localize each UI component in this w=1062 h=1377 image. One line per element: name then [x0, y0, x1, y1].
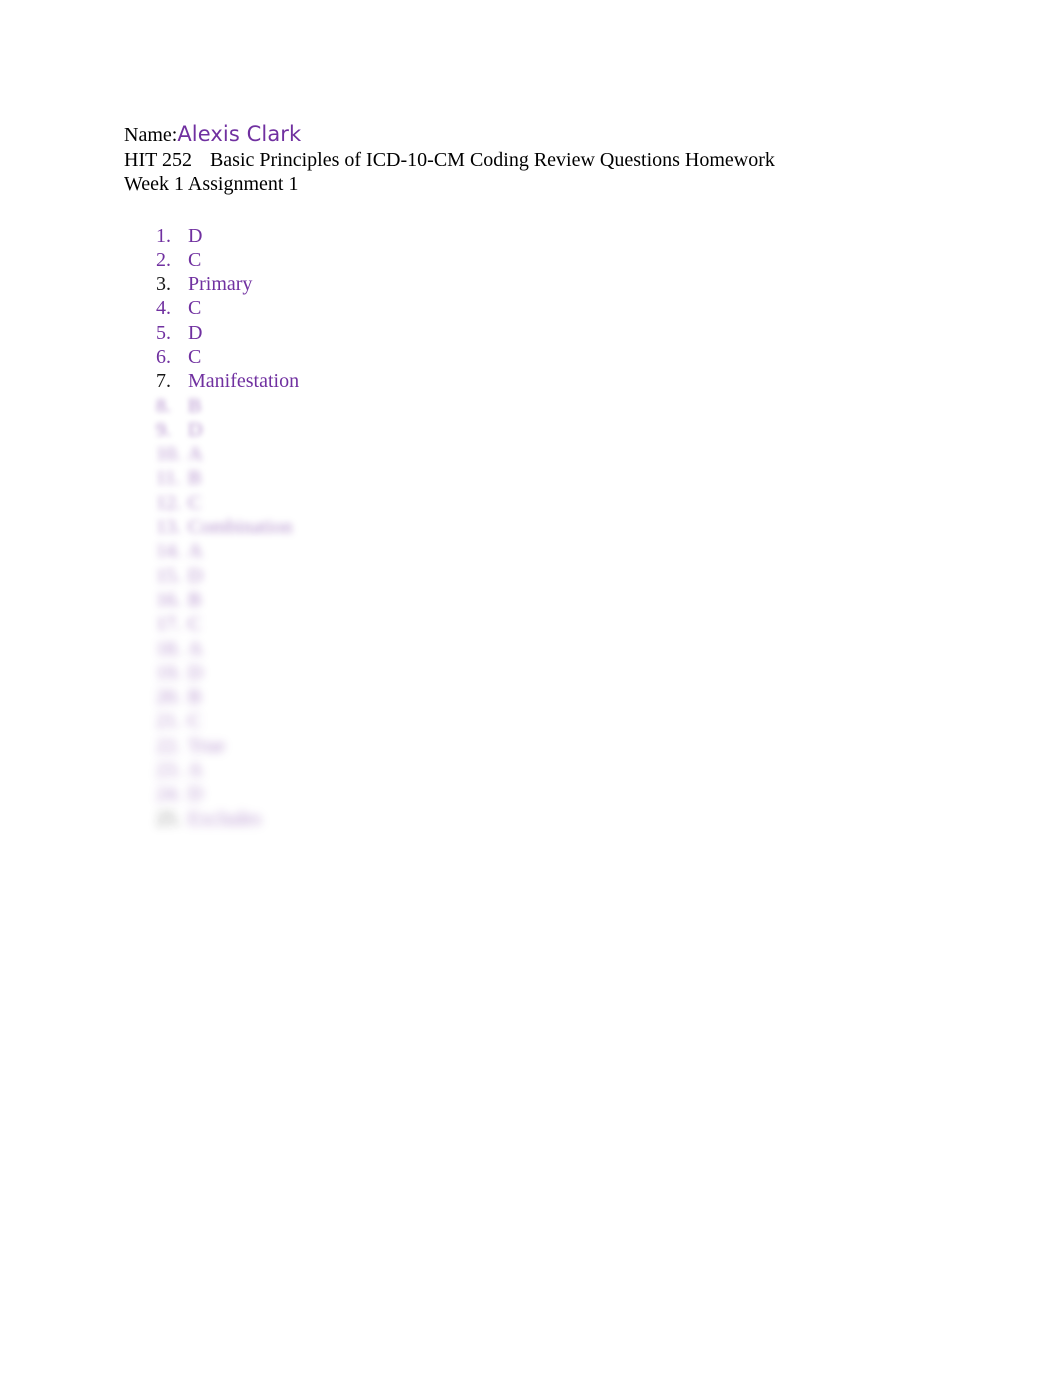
list-item-obscured: 22. True — [124, 734, 944, 758]
list-item: 2. C — [124, 248, 944, 272]
list-item: 1. D — [124, 224, 944, 248]
assignment-line: Week 1 Assignment 1 — [124, 172, 944, 197]
list-item-answer: C — [188, 613, 202, 636]
list-item-answer: D — [188, 783, 203, 806]
list-item-obscured: 23. A — [124, 758, 944, 782]
list-item: 6. C — [124, 345, 944, 369]
list-item-answer: D — [188, 224, 203, 247]
list-item-number: 10. — [156, 443, 181, 466]
list-item-obscured: 15. D — [124, 564, 944, 588]
list-item-answer: Primary — [188, 273, 253, 296]
list-item-answer: C — [188, 710, 202, 733]
list-item-number: 9. — [156, 418, 171, 441]
course-title: Basic Principles of ICD-10-CM Coding Rev… — [209, 148, 775, 171]
list-item-number: 14. — [156, 540, 181, 563]
list-item-obscured: 18. A — [124, 637, 944, 661]
obscured-answer-list: 8. B 9. D 10. A 11. B 12. C 13. Combinat… — [124, 394, 944, 831]
list-item-answer: A — [188, 540, 203, 563]
list-item-answer: D — [188, 661, 203, 684]
list-item-number: 1. — [156, 224, 171, 247]
list-item-number: 21. — [156, 710, 181, 733]
list-item-number: 24. — [156, 783, 181, 806]
list-item-answer: B — [188, 467, 202, 490]
student-name: Alexis Clark — [177, 122, 302, 146]
document-header: Name:Alexis Clark HIT 252 Basic Principle… — [124, 122, 944, 197]
list-item-obscured: 12. C — [124, 491, 944, 515]
answer-list: 1. D 2. C 3. Primary 4. C 5. D 6. C 7. M… — [124, 224, 944, 394]
list-item-obscured: 21. C — [124, 709, 944, 733]
list-item-answer: Manifestation — [188, 370, 300, 393]
name-label: Name: — [124, 124, 178, 146]
list-item-number: 2. — [156, 248, 171, 271]
list-item-obscured: 9. D — [124, 418, 944, 442]
list-item-obscured: 8. B — [124, 394, 944, 418]
list-item-answer: D — [188, 321, 203, 344]
list-item-answer: D — [188, 564, 203, 587]
list-item-number: 8. — [156, 394, 171, 417]
list-item-number: 11. — [156, 467, 181, 490]
list-item-obscured: 10. A — [124, 442, 944, 466]
list-item: 3. Primary — [124, 272, 944, 296]
document-body: Name:Alexis Clark HIT 252 Basic Principle… — [124, 122, 944, 831]
list-item-answer: D — [188, 418, 203, 441]
list-item-number: 17. — [156, 613, 181, 636]
list-item-answer: B — [188, 588, 202, 611]
list-item-obscured: 17. C — [124, 612, 944, 636]
list-item-answer: C — [188, 345, 202, 368]
list-item-obscured: 24. D — [124, 782, 944, 806]
list-item-obscured: 13. Combination — [124, 515, 944, 539]
list-item-number: 23. — [156, 759, 181, 782]
list-item-answer: C — [188, 491, 202, 514]
list-item-obscured: 19. D — [124, 661, 944, 685]
list-item: 7. Manifestation — [124, 369, 944, 393]
list-item-obscured: 16. B — [124, 588, 944, 612]
list-item-number: 15. — [156, 564, 181, 587]
document-page: Name:Alexis Clark HIT 252 Basic Principle… — [0, 0, 1062, 1377]
list-item-number: 5. — [156, 321, 171, 344]
list-item-answer: C — [188, 248, 202, 271]
list-item-obscured: 25. Excludes — [124, 807, 944, 831]
list-item-obscured: 20. B — [124, 685, 944, 709]
list-item-obscured: 11. B — [124, 466, 944, 490]
list-item-number: 19. — [156, 661, 181, 684]
list-item-number: 7. — [156, 370, 171, 393]
list-item-number: 22. — [156, 734, 181, 757]
list-item-number: 12. — [156, 491, 181, 514]
name-line: Name:Alexis Clark — [124, 122, 944, 148]
list-item-obscured: 14. A — [124, 539, 944, 563]
list-item-number: 25. — [156, 807, 181, 830]
list-item-answer: Excludes — [188, 807, 262, 830]
list-item-answer: Combination — [188, 516, 293, 539]
list-item-answer: True — [188, 734, 226, 757]
list-item-answer: A — [188, 443, 203, 466]
list-item-answer: B — [188, 686, 202, 709]
assignment-label: Week 1 Assignment 1 — [124, 173, 299, 195]
list-item-number: 4. — [156, 297, 171, 320]
course-line: HIT 252 Basic Principles of ICD-10-CM Cod… — [124, 148, 944, 173]
list-item-number: 20. — [156, 686, 181, 709]
list-item: 5. D — [124, 321, 944, 345]
list-item-answer: C — [188, 297, 202, 320]
course-code: HIT 252 — [124, 148, 192, 171]
list-item: 4. C — [124, 296, 944, 320]
list-item-number: 16. — [156, 588, 181, 611]
list-item-number: 3. — [156, 273, 171, 296]
list-item-number: 6. — [156, 345, 171, 368]
list-item-answer: A — [188, 759, 203, 782]
list-item-answer: A — [188, 637, 203, 660]
list-item-answer: B — [188, 394, 202, 417]
list-item-number: 13. — [156, 516, 181, 539]
list-item-number: 18. — [156, 637, 181, 660]
